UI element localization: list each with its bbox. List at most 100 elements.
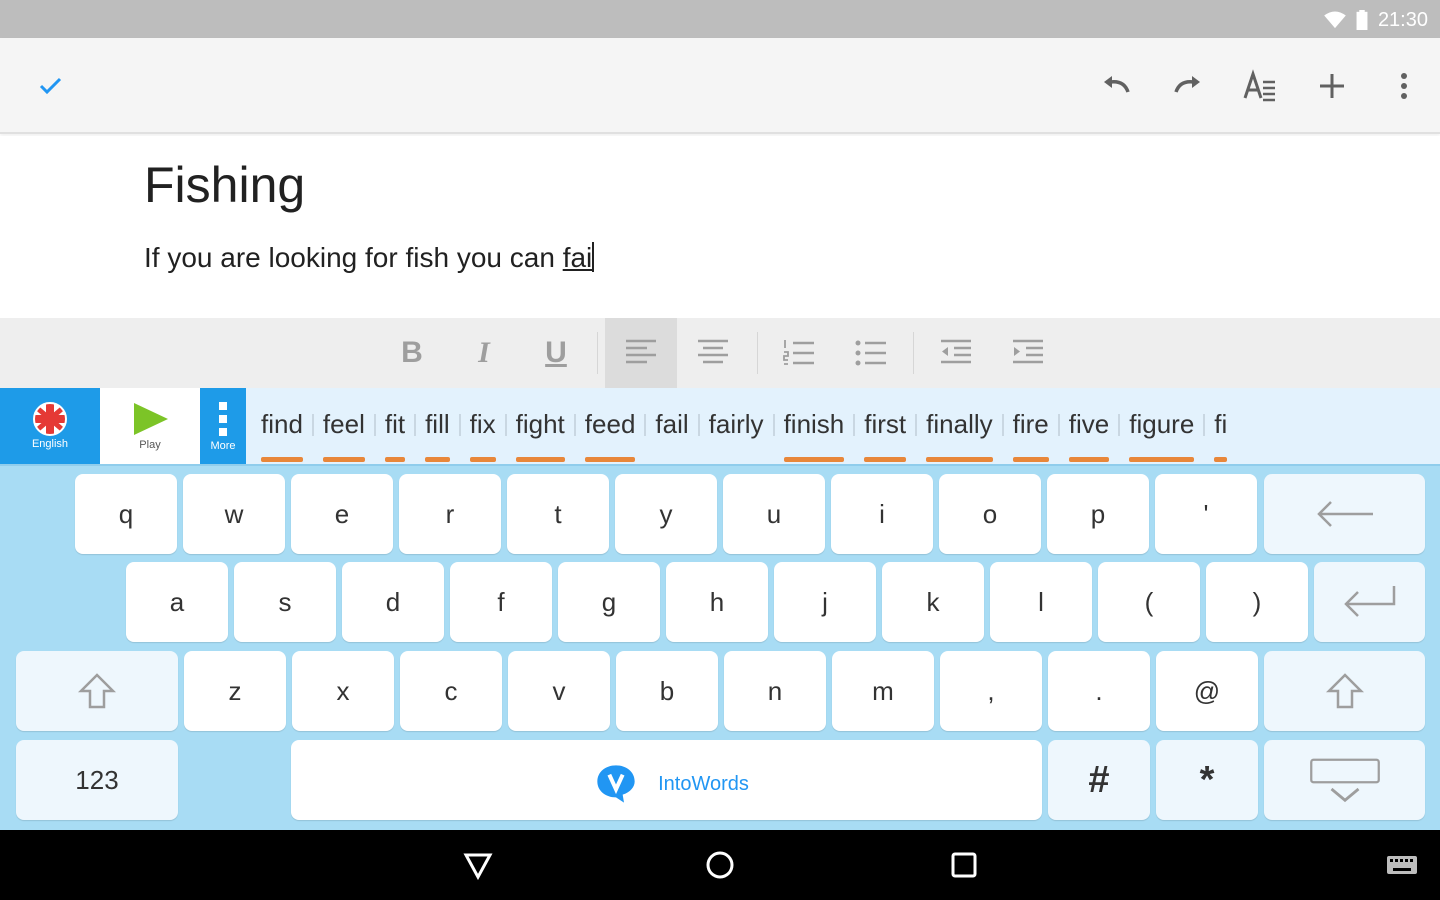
key-1[interactable]: s: [234, 562, 336, 642]
indent-decrease-button[interactable]: [920, 318, 992, 388]
italic-label: I: [478, 336, 490, 369]
key-7[interactable]: ,: [940, 651, 1042, 731]
align-left-button[interactable]: [605, 318, 677, 388]
shift-right-key[interactable]: [1264, 651, 1425, 731]
key-6[interactable]: j: [774, 562, 876, 642]
suggestion-marker: [783, 457, 845, 462]
key-5[interactable]: y: [615, 474, 717, 554]
key-4-label: b: [659, 675, 675, 706]
key-1-label: x: [336, 675, 350, 706]
key-2-label: d: [385, 586, 401, 617]
on-screen-keyboard: q w e r t y u i o p ' a s d f g h j k l () z x c v b n m,. @123 IntoW…: [0, 464, 1440, 830]
suggestion-word[interactable]: fairly: [700, 388, 773, 464]
suggestion-word[interactable]: fight: [507, 388, 574, 464]
back-button[interactable]: [448, 840, 508, 890]
document-editor[interactable]: Fishing If you are looking for fish you …: [0, 136, 1440, 318]
key-0[interactable]: a: [126, 562, 228, 642]
align-center-button[interactable]: [677, 318, 749, 388]
key-9[interactable]: (: [1098, 562, 1200, 642]
text-format-button[interactable]: [1236, 62, 1284, 110]
shift-icon: [77, 673, 117, 709]
play-icon: [134, 403, 168, 435]
backspace-key[interactable]: [1264, 474, 1425, 554]
key-3[interactable]: r: [399, 474, 501, 554]
suggestion-word[interactable]: find: [252, 388, 312, 464]
key-8[interactable]: .: [1048, 651, 1150, 731]
key-7[interactable]: i: [831, 474, 933, 554]
key-0-label: q: [118, 498, 134, 529]
shift-left-key[interactable]: [16, 651, 178, 731]
key-5[interactable]: h: [666, 562, 768, 642]
italic-button[interactable]: I: [448, 318, 520, 388]
key-10[interactable]: ): [1206, 562, 1308, 642]
done-button[interactable]: [26, 62, 74, 110]
key-9[interactable]: @: [1156, 651, 1258, 731]
underline-label: U: [545, 336, 567, 369]
hash-key[interactable]: #: [1048, 740, 1150, 820]
undo-icon: [1104, 76, 1130, 93]
suggestion-word[interactable]: feel: [314, 388, 374, 464]
space-key[interactable]: IntoWords: [291, 740, 1042, 820]
key-6[interactable]: m: [832, 651, 934, 731]
body-text: If you are looking for fish you can: [144, 242, 563, 273]
suggestion-word[interactable]: figure: [1120, 388, 1203, 464]
key-9[interactable]: p: [1047, 474, 1149, 554]
suggestion-word[interactable]: finally: [917, 388, 1001, 464]
language-button[interactable]: English: [0, 388, 100, 464]
key-1[interactable]: x: [292, 651, 394, 731]
add-button[interactable]: [1308, 62, 1356, 110]
recents-button[interactable]: [934, 840, 994, 890]
indent-increase-button[interactable]: [992, 318, 1064, 388]
key-1[interactable]: w: [183, 474, 285, 554]
redo-button[interactable]: [1164, 62, 1212, 110]
key-3[interactable]: f: [450, 562, 552, 642]
keyboard-icon: [1387, 856, 1417, 874]
document-body[interactable]: If you are looking for fish you can fai: [144, 242, 595, 274]
key-3[interactable]: v: [508, 651, 610, 731]
key-4[interactable]: b: [616, 651, 718, 731]
key-9-label: p: [1090, 498, 1106, 529]
key-5[interactable]: n: [724, 651, 826, 731]
key-4[interactable]: t: [507, 474, 609, 554]
bullet-list-button[interactable]: [835, 318, 907, 388]
bold-button[interactable]: B: [376, 318, 448, 388]
hide-keyboard-key[interactable]: [1264, 740, 1425, 820]
suggestion-word[interactable]: fit: [376, 388, 414, 464]
key-8[interactable]: o: [939, 474, 1041, 554]
suggestion-word[interactable]: five: [1060, 388, 1118, 464]
key-7[interactable]: k: [882, 562, 984, 642]
underline-button[interactable]: U: [520, 318, 592, 388]
undo-button[interactable]: [1092, 62, 1140, 110]
suggestion-word-label: finally: [926, 408, 993, 439]
key-0[interactable]: z: [184, 651, 286, 731]
numbers-key[interactable]: 123: [16, 740, 178, 820]
suggestion-word[interactable]: fi: [1205, 388, 1236, 464]
suggestion-word[interactable]: fire: [1004, 388, 1058, 464]
suggestion-word[interactable]: first: [855, 388, 915, 464]
key-8[interactable]: l: [990, 562, 1092, 642]
suggestion-word[interactable]: feed: [576, 388, 645, 464]
key-2[interactable]: d: [342, 562, 444, 642]
suggestion-word[interactable]: finish: [775, 388, 854, 464]
document-title[interactable]: Fishing: [144, 156, 305, 214]
suggestion-word[interactable]: fill: [416, 388, 459, 464]
suggestion-marker: [1012, 457, 1049, 462]
numbered-list-button[interactable]: [763, 318, 835, 388]
more-button[interactable]: More: [200, 388, 246, 464]
star-key[interactable]: *: [1156, 740, 1258, 820]
key-2[interactable]: c: [400, 651, 502, 731]
key-4[interactable]: g: [558, 562, 660, 642]
suggestion-word[interactable]: fix: [461, 388, 505, 464]
suggestion-word[interactable]: fail: [646, 388, 697, 464]
play-button[interactable]: Play: [100, 388, 200, 464]
key-9-label: (: [1144, 586, 1154, 617]
key-0[interactable]: q: [75, 474, 177, 554]
enter-key[interactable]: [1314, 562, 1425, 642]
word-prediction-bar: English Play More find feel fit fill fix figh…: [0, 388, 1440, 464]
key-6[interactable]: u: [723, 474, 825, 554]
keyboard-switch-button[interactable]: [1372, 840, 1432, 890]
key-10[interactable]: ': [1155, 474, 1257, 554]
key-2[interactable]: e: [291, 474, 393, 554]
home-button[interactable]: [690, 840, 750, 890]
overflow-menu-button[interactable]: [1380, 62, 1428, 110]
